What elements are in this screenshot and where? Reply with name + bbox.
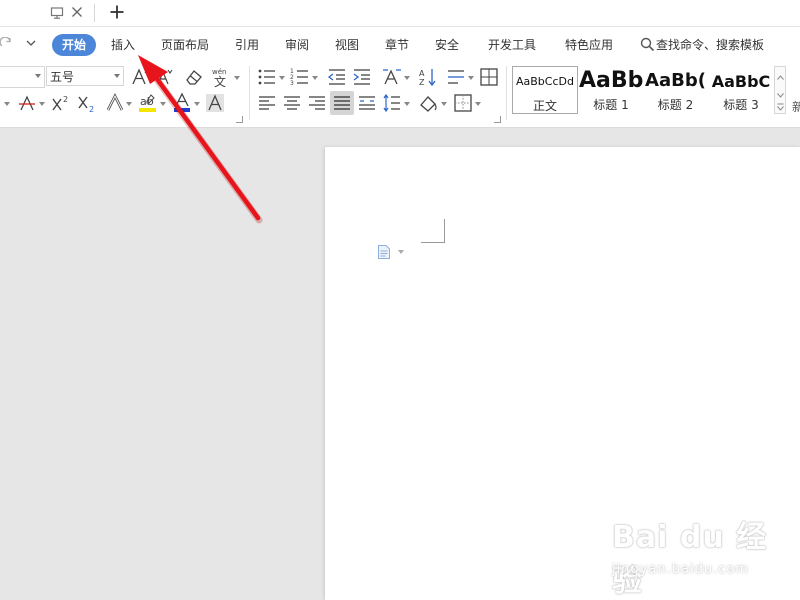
ribbon-group-separator: [249, 66, 250, 120]
style-name: 标题 2: [657, 98, 694, 112]
paragraph-shading-icon[interactable]: [418, 93, 440, 113]
chevron-down-icon[interactable]: [4, 102, 10, 106]
chevron-down-icon: [35, 74, 41, 78]
style-name: 标题 3: [723, 98, 759, 112]
page-margin-corner-mark: [421, 219, 445, 243]
subscript-icon[interactable]: 2: [76, 93, 98, 113]
plus-icon[interactable]: [108, 3, 126, 21]
tab-references[interactable]: 引用: [228, 34, 266, 56]
close-icon[interactable]: [70, 5, 84, 19]
chevron-down-icon[interactable]: [39, 102, 45, 106]
chevron-down-icon: [114, 74, 120, 78]
more-styles-icon: [777, 103, 784, 111]
style-heading-3[interactable]: AaBbC 标题 3: [708, 66, 774, 114]
numbered-list-icon[interactable]: 1 2 3: [290, 67, 310, 87]
style-heading-2[interactable]: AaBb( 标题 2: [644, 66, 707, 114]
chevron-down-icon[interactable]: [194, 102, 200, 106]
paragraph-layout-icon[interactable]: [377, 244, 391, 260]
style-sample: AaBb: [579, 68, 643, 93]
chevron-down-icon[interactable]: [404, 102, 410, 106]
chevron-down-icon[interactable]: [279, 76, 285, 80]
svg-text:2: 2: [89, 105, 94, 113]
style-name: 标题 1: [593, 98, 629, 112]
monitor-icon[interactable]: [50, 6, 64, 20]
baidu-jingyan-watermark: Bai du 经验 jingyan.baidu.com: [612, 512, 792, 599]
text-effect-icon[interactable]: [105, 93, 125, 113]
chevron-down-icon[interactable]: [160, 102, 166, 106]
style-heading-1[interactable]: AaBb 标题 1: [579, 66, 643, 114]
ribbon-group-separator: [506, 66, 507, 120]
increase-indent-icon[interactable]: [352, 67, 372, 87]
character-shading-icon[interactable]: [205, 93, 225, 113]
svg-text:2: 2: [63, 95, 68, 104]
style-sample: AaBbCcDd: [516, 75, 574, 88]
style-gallery-scrollbar[interactable]: [774, 66, 786, 114]
tab-sections[interactable]: 章节: [378, 34, 416, 56]
bullet-list-icon[interactable]: [257, 67, 277, 87]
tab-security[interactable]: 安全: [428, 34, 466, 56]
quick-access-dropdown-icon[interactable]: [24, 38, 38, 50]
style-gallery: AaBbCcDd 正文 AaBb 标题 1 AaBb( 标题 2 AaBbC 标…: [512, 66, 774, 114]
borders-icon[interactable]: [453, 93, 473, 113]
font-color-icon[interactable]: [172, 92, 192, 114]
distributed-align-icon[interactable]: [357, 93, 377, 113]
chevron-up-icon: [777, 75, 784, 80]
tab-review[interactable]: 审阅: [278, 34, 316, 56]
change-case-icon[interactable]: [381, 67, 403, 87]
svg-text:Z: Z: [419, 78, 425, 87]
align-left-icon[interactable]: [257, 93, 277, 113]
watermark-logo: Bai du 经验: [612, 520, 768, 599]
tab-developer-tools[interactable]: 开发工具: [482, 34, 542, 56]
chevron-down-icon[interactable]: [404, 76, 410, 80]
phonetic-guide-icon[interactable]: wén 文: [210, 66, 232, 88]
tab-insert[interactable]: 插入: [104, 34, 142, 56]
tab-home[interactable]: 开始: [52, 34, 96, 56]
superscript-icon[interactable]: 2: [50, 93, 72, 113]
style-sample: AaBbC: [711, 72, 771, 91]
svg-text:3: 3: [290, 80, 294, 87]
line-spacing-options-icon[interactable]: [446, 67, 466, 87]
chevron-down-icon: [777, 93, 784, 98]
font-size-select[interactable]: 五号: [46, 66, 124, 86]
justify-icon: [334, 96, 350, 110]
align-right-icon[interactable]: [307, 93, 327, 113]
ribbon-overflow-label[interactable]: 新: [792, 98, 800, 115]
chevron-down-icon[interactable]: [475, 102, 481, 106]
svg-text:文: 文: [214, 74, 226, 88]
highlight-color-icon[interactable]: ab: [138, 92, 158, 114]
svg-text:A: A: [419, 69, 425, 78]
tab-view[interactable]: 视图: [328, 34, 366, 56]
paragraph-dialog-launcher-icon[interactable]: [494, 116, 501, 123]
font-size-value: 五号: [50, 70, 75, 84]
chevron-down-icon[interactable]: [312, 76, 318, 80]
font-dialog-launcher-icon[interactable]: [236, 116, 243, 123]
font-name-select[interactable]: [0, 66, 45, 88]
align-center-icon[interactable]: [282, 93, 302, 113]
style-name: 正文: [532, 99, 557, 113]
chevron-down-icon[interactable]: [441, 102, 447, 106]
search-icon[interactable]: [640, 37, 655, 52]
clear-format-icon[interactable]: [184, 67, 204, 87]
chevron-down-icon[interactable]: [126, 102, 132, 106]
sort-icon[interactable]: A Z: [418, 67, 438, 87]
strikethrough-icon[interactable]: [17, 93, 37, 113]
justify-button[interactable]: [330, 91, 354, 115]
grow-font-icon[interactable]: [131, 67, 151, 87]
chevron-down-icon[interactable]: [398, 250, 404, 254]
tab-special-apps[interactable]: 特色应用: [558, 34, 620, 56]
style-normal[interactable]: AaBbCcDd 正文: [512, 66, 578, 114]
command-search-input[interactable]: 查找命令、搜索模板: [656, 34, 768, 56]
tab-page-layout[interactable]: 页面布局: [155, 34, 215, 56]
watermark-url: jingyan.baidu.com: [612, 562, 749, 577]
decrease-indent-icon[interactable]: [327, 67, 347, 87]
redo-icon[interactable]: [0, 37, 14, 51]
chevron-down-icon[interactable]: [468, 76, 474, 80]
shrink-font-icon[interactable]: [154, 67, 174, 87]
chevron-down-icon[interactable]: [234, 76, 240, 80]
style-sample: AaBb(: [645, 70, 706, 91]
line-spacing-icon[interactable]: [382, 93, 402, 113]
text-box-icon[interactable]: [479, 67, 499, 87]
tab-separator: [94, 4, 95, 22]
